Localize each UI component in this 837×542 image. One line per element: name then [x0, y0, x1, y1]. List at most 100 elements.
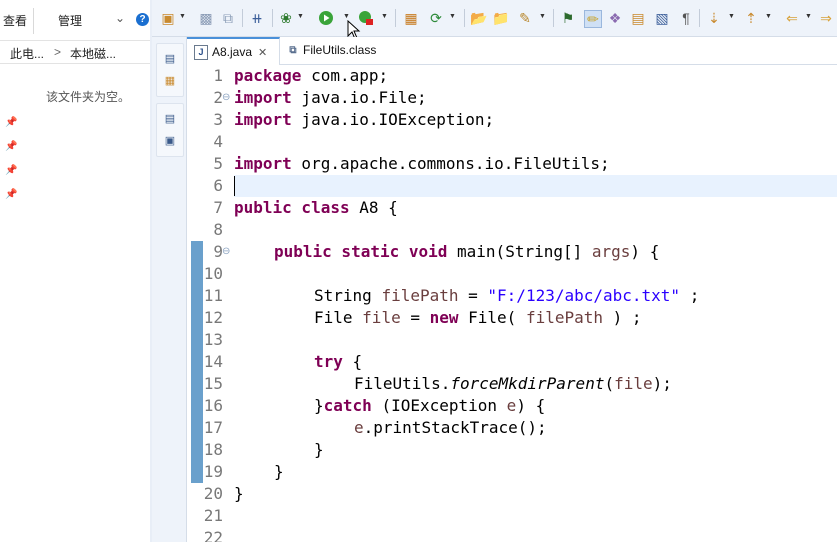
- refresh-icon[interactable]: ⟳: [428, 10, 444, 26]
- code-text: (: [604, 374, 615, 393]
- parameter: args: [591, 242, 631, 261]
- code-text: FileUtils.: [354, 374, 451, 393]
- file-explorer-pane: 查看 管理 ⌄ ? 此电... > 本地磁... 该文件夹为空。 📌 📌 📌 📌: [0, 0, 151, 542]
- line-number: 4: [213, 132, 223, 151]
- refresh-dropdown-icon[interactable]: ▼: [449, 13, 456, 20]
- block-selection-icon[interactable]: ❖: [607, 10, 623, 26]
- code-text: ) ;: [603, 308, 642, 327]
- code-line: public class A8 {: [234, 197, 398, 219]
- close-icon[interactable]: ✕: [258, 46, 267, 59]
- line-number: 17: [203, 418, 223, 437]
- forward-icon[interactable]: ⇒: [818, 10, 834, 26]
- code-editor[interactable]: 1 2 3 4 5 6 7 8 9 10 11 12 13 14 15 16 1…: [187, 65, 837, 542]
- fold-collapse-icon[interactable]: ⊖: [222, 241, 230, 263]
- line-number: 12: [203, 308, 223, 327]
- show-whitespace-icon[interactable]: ▤: [630, 10, 646, 26]
- help-icon[interactable]: ?: [136, 13, 149, 26]
- code-text: File(: [458, 308, 526, 327]
- toolbar-divider: [553, 9, 554, 27]
- keyword: catch: [323, 396, 372, 415]
- parameter: e: [506, 396, 517, 415]
- tab-fileutils-class[interactable]: ⧉ FileUtils.class: [280, 37, 390, 63]
- line-number: 14: [203, 352, 223, 371]
- main-toolbar: ▣ ▼ ▩ ⧉ ⧺ ❀ ▼ ▼ ▼ ▦ ⟳ ▼ 📂 📁 ✎ ▼ ⚑ ✏ ❖ ▤ …: [152, 0, 837, 37]
- empty-folder-message: 该文件夹为空。: [46, 90, 131, 104]
- code-text: =: [458, 286, 488, 305]
- skip-breakpoints-icon[interactable]: ⧺: [249, 10, 265, 26]
- pin-icon[interactable]: 📌: [5, 165, 17, 176]
- local-variable: filePath: [525, 308, 604, 327]
- editor-tab-bar: J A8.java ✕ ⧉ FileUtils.class: [187, 37, 837, 65]
- pilcrow-icon[interactable]: ¶: [678, 10, 694, 26]
- pin-icon[interactable]: 📌: [5, 189, 17, 200]
- breadcrumb-item-local-disk[interactable]: 本地磁...: [70, 45, 116, 62]
- ribbon-tab-view[interactable]: 查看: [3, 12, 27, 29]
- new-icon[interactable]: ▣: [160, 10, 176, 26]
- line-number: 6: [213, 176, 223, 195]
- debug-dropdown-icon[interactable]: ▼: [297, 13, 304, 20]
- toolbar-divider: [699, 9, 700, 27]
- code-text: main(String[]: [447, 242, 592, 261]
- local-variable: file: [362, 308, 401, 327]
- save-icon[interactable]: ▩: [198, 10, 214, 26]
- code-line: import java.io.File;: [234, 87, 427, 109]
- open-type-icon[interactable]: 📂: [470, 10, 487, 26]
- code-line: public static void main(String[] args) {: [274, 241, 659, 263]
- restore-icon[interactable]: ▤: [163, 52, 177, 66]
- code-text: org.apache.commons.io.FileUtils;: [291, 154, 610, 173]
- back-icon[interactable]: ⇐: [784, 10, 800, 26]
- search-dropdown-icon[interactable]: ▼: [539, 13, 546, 20]
- new-dropdown-icon[interactable]: ▼: [179, 13, 186, 20]
- coverage-dropdown-icon[interactable]: ▼: [381, 13, 388, 20]
- code-line: }: [314, 440, 324, 459]
- back-dropdown-icon[interactable]: ▼: [805, 13, 812, 20]
- console-icon[interactable]: ▣: [163, 134, 177, 148]
- previous-annotation-dropdown-icon[interactable]: ▼: [765, 13, 772, 20]
- next-annotation-icon[interactable]: ⇣: [706, 10, 722, 26]
- previous-annotation-icon[interactable]: ⇡: [743, 10, 759, 26]
- mark-occurrences-icon[interactable]: ✏: [584, 10, 602, 28]
- code-line: FileUtils.forceMkdirParent(file);: [354, 373, 672, 395]
- word-wrap-icon[interactable]: ▧: [654, 10, 670, 26]
- code-line: File file = new File( filePath ) ;: [314, 307, 642, 329]
- pin-icon[interactable]: 📌: [5, 117, 17, 128]
- string-literal: "F:/123/abc/abc.txt": [487, 286, 681, 305]
- code-text: }: [314, 396, 324, 415]
- code-line: String filePath = "F:/123/abc/abc.txt" ;: [314, 285, 699, 307]
- tab-a8-java[interactable]: J A8.java ✕: [187, 37, 280, 65]
- annotation-icon[interactable]: ⚑: [560, 10, 576, 26]
- ribbon-divider: [33, 8, 34, 34]
- code-text: );: [652, 374, 672, 393]
- code-text: {: [342, 352, 363, 371]
- ribbon-tab-manage[interactable]: 管理: [58, 12, 82, 29]
- line-number: 3: [213, 110, 223, 129]
- code-text: String: [314, 286, 382, 305]
- code-line: }: [274, 462, 284, 481]
- toolbar-divider: [272, 9, 273, 27]
- fold-collapse-icon[interactable]: ⊖: [222, 87, 230, 109]
- toolbar-divider: [242, 9, 243, 27]
- package-explorer-icon[interactable]: ▦: [163, 74, 177, 88]
- next-annotation-dropdown-icon[interactable]: ▼: [728, 13, 735, 20]
- keyword: public static void: [274, 242, 448, 261]
- code-text: =: [400, 308, 430, 327]
- line-number: 19: [203, 462, 223, 481]
- pin-icon[interactable]: 📌: [5, 141, 17, 152]
- code-line: import java.io.IOException;: [234, 109, 494, 131]
- external-tools-icon[interactable]: ▦: [403, 10, 419, 26]
- chevron-down-icon[interactable]: ⌄: [115, 11, 125, 25]
- restore-icon[interactable]: ▤: [163, 112, 177, 126]
- text-caret: [234, 176, 235, 196]
- save-all-icon[interactable]: ⧉: [220, 10, 236, 26]
- breadcrumb-item-this-pc[interactable]: 此电...: [10, 45, 44, 62]
- run-icon[interactable]: [318, 10, 334, 26]
- run-dropdown-icon[interactable]: ▼: [343, 13, 350, 20]
- line-number: 2: [213, 88, 223, 107]
- open-folder-icon[interactable]: 📁: [492, 10, 509, 26]
- line-number: 11: [203, 286, 223, 305]
- keyword: new: [429, 308, 459, 327]
- debug-icon[interactable]: ❀: [278, 10, 294, 26]
- code-line: e.printStackTrace();: [354, 417, 547, 439]
- code-text: java.io.File;: [291, 88, 427, 107]
- search-icon[interactable]: ✎: [517, 10, 533, 26]
